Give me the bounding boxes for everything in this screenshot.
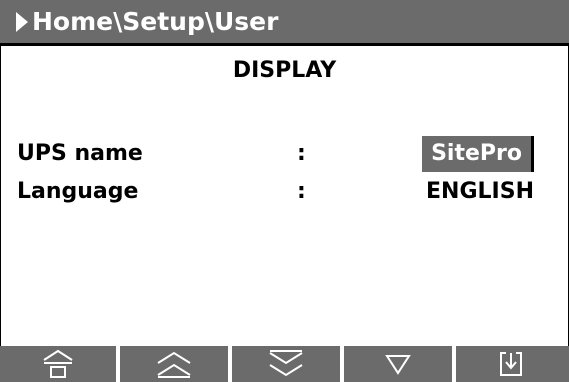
page-up-icon — [157, 351, 191, 378]
breadcrumb-arrow-icon — [16, 11, 28, 32]
home-icon — [43, 349, 73, 378]
ups-name-value[interactable]: SitePro — [422, 136, 534, 172]
setting-row-ups-name[interactable]: UPS name : SitePro — [0, 136, 569, 172]
setting-label: Language — [17, 179, 139, 204]
function-key-bar — [0, 346, 569, 382]
page-title: DISPLAY — [232, 58, 337, 83]
page-down-button[interactable] — [232, 346, 340, 382]
setting-label: UPS name — [17, 141, 143, 166]
enter-button[interactable] — [456, 346, 565, 382]
setting-separator: : — [297, 179, 306, 204]
setting-row-language[interactable]: Language : ENGLISH — [0, 174, 569, 210]
down-icon — [385, 355, 411, 375]
setting-separator: : — [297, 141, 306, 166]
enter-icon — [499, 352, 522, 376]
home-button[interactable] — [0, 346, 116, 382]
page-up-button[interactable] — [120, 346, 228, 382]
language-value[interactable]: ENGLISH — [426, 174, 534, 210]
page-down-icon — [269, 350, 303, 377]
down-button[interactable] — [344, 346, 452, 382]
breadcrumb-bar: Home\Setup\User — [0, 0, 569, 46]
breadcrumb: Home\Setup\User — [32, 7, 279, 36]
